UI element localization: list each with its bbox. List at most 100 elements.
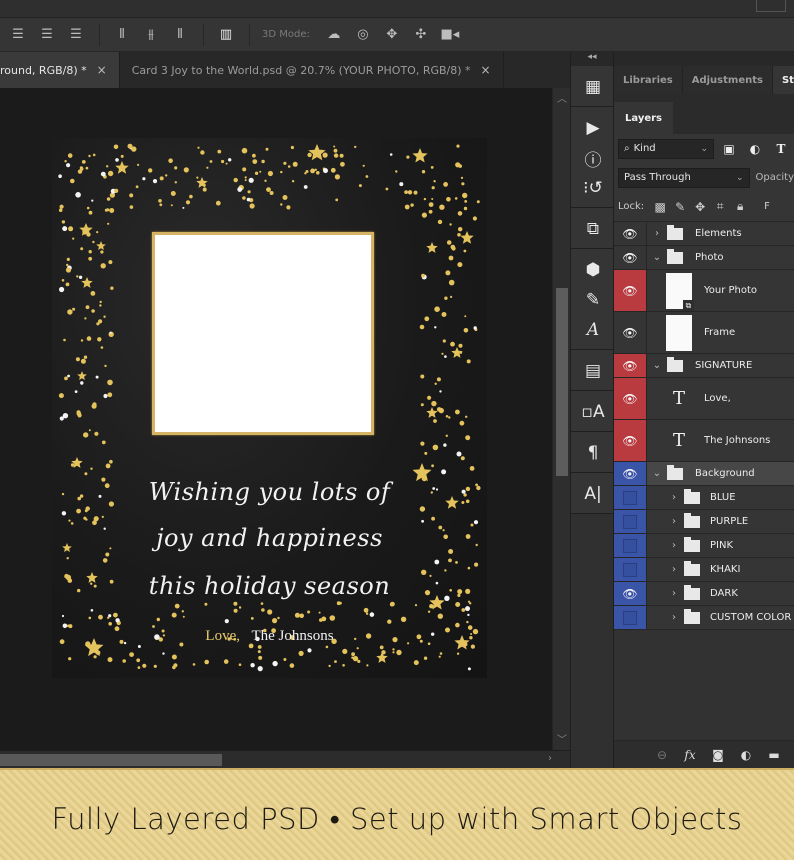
chevron-right-icon[interactable]: ›	[667, 612, 681, 623]
lock-image-pixels-icon[interactable]: ✎	[670, 200, 690, 214]
layer-row[interactable]: 👁︎ Frame	[614, 312, 794, 354]
3d-icon[interactable]: ⬢	[571, 255, 615, 285]
layer-row[interactable]: 👁︎ ⌄ SIGNATURE	[614, 354, 794, 378]
chevron-right-icon[interactable]: ›	[667, 588, 681, 599]
layer-row[interactable]: › KHAKI	[614, 558, 794, 582]
fx-icon[interactable]: fx	[676, 748, 704, 762]
document-canvas[interactable]: Wishing you lots of joy and happiness th…	[0, 88, 552, 750]
visibility-toggle-off[interactable]	[614, 510, 647, 533]
scroll-right-arrow[interactable]: ›	[548, 753, 552, 764]
eye-visibility-icon[interactable]: 👁︎	[614, 222, 647, 245]
visibility-toggle-off[interactable]	[614, 558, 647, 581]
adjustment-layer-icon[interactable]: ◐	[732, 748, 760, 762]
eye-visibility-icon[interactable]: 👁︎	[614, 582, 647, 605]
tab-card-3-joy-to-the-world[interactable]: Card 3 Joy to the World.psd @ 20.7% (YOU…	[120, 52, 504, 88]
layer-row[interactable]: › PINK	[614, 534, 794, 558]
collapse-panels-button[interactable]: ◂◂	[571, 52, 613, 66]
blend-mode-select[interactable]: Pass Through ⌄	[618, 167, 750, 188]
chevron-right-icon[interactable]: ›	[667, 492, 681, 503]
vertical-scroll-thumb[interactable]	[556, 288, 568, 476]
roll-3d-icon[interactable]: ◎	[353, 25, 373, 45]
tab-layers[interactable]: Layers	[614, 102, 673, 134]
swatches-grid-icon[interactable]: ▦	[571, 72, 615, 102]
history-icon[interactable]: ⁝↺	[571, 173, 615, 203]
lock-position-icon[interactable]: ✥	[690, 200, 710, 214]
lock-all-icon[interactable]: 🔒︎	[730, 199, 750, 214]
align-horizontal-centers-icon[interactable]: ⫵	[141, 25, 161, 45]
vertical-scrollbar[interactable]: ︿ ﹀	[552, 88, 570, 750]
align-left-edges-icon[interactable]: ⫴	[112, 25, 132, 45]
chevron-right-icon[interactable]: ›	[667, 516, 681, 527]
transform-clone-icon[interactable]: ⧉	[571, 214, 615, 244]
close-icon[interactable]: ×	[97, 63, 107, 77]
tab-libraries[interactable]: Libraries	[614, 66, 683, 94]
chevron-down-icon[interactable]: ⌄	[650, 468, 664, 479]
close-icon[interactable]: ×	[481, 63, 491, 77]
add-mask-icon[interactable]: ◙	[704, 748, 732, 762]
hidden-visibility-box[interactable]	[623, 490, 637, 505]
eye-visibility-icon[interactable]: 👁︎	[614, 246, 647, 269]
character-styles-icon[interactable]: ▫A	[571, 397, 615, 427]
eye-visibility-icon[interactable]: 👁︎	[614, 420, 647, 461]
eye-visibility-icon[interactable]: 👁︎	[614, 312, 647, 353]
scroll-down-arrow[interactable]: ﹀	[553, 731, 571, 746]
eye-visibility-icon[interactable]: 👁︎	[614, 270, 647, 311]
layer-row[interactable]: 👁︎ T Love,	[614, 378, 794, 420]
play-actions-icon[interactable]: ▶	[571, 113, 615, 143]
align-vertical-centers-icon[interactable]: ☰	[37, 25, 57, 45]
paragraph-icon[interactable]: ¶	[571, 438, 615, 468]
info-icon[interactable]: ⓘ	[571, 143, 615, 173]
align-top-edges-icon[interactable]: ☰	[8, 25, 28, 45]
lock-artboard-icon[interactable]: ⌗	[710, 199, 730, 214]
chevron-down-icon[interactable]: ⌄	[650, 360, 664, 371]
horizontal-scroll-thumb[interactable]	[0, 754, 222, 766]
layer-row[interactable]: › BLUE	[614, 486, 794, 510]
tab-current-document[interactable]: round, RGB/8) * ×	[0, 52, 120, 88]
chevron-down-icon[interactable]: ⌄	[650, 252, 664, 263]
horizontal-scrollbar[interactable]: ›	[0, 750, 570, 768]
glyphs-icon[interactable]: A	[571, 315, 615, 345]
chevron-right-icon[interactable]: ›	[667, 564, 681, 575]
hidden-visibility-box[interactable]	[623, 562, 637, 577]
distribute-columns-icon[interactable]: ▥	[216, 25, 236, 45]
window-control-button[interactable]	[756, 0, 786, 12]
visibility-toggle-off[interactable]	[614, 534, 647, 557]
properties-icon[interactable]: ▤	[571, 356, 615, 386]
chevron-right-icon[interactable]: ›	[667, 540, 681, 551]
link-layers-icon[interactable]: ⊖	[648, 748, 676, 762]
drag-3d-icon[interactable]: ✥	[382, 25, 402, 45]
slide-3d-icon[interactable]: ✣	[411, 25, 431, 45]
visibility-toggle-off[interactable]	[614, 606, 647, 629]
layer-row[interactable]: 👁︎ T The Johnsons	[614, 420, 794, 462]
new-group-icon[interactable]: ▬	[760, 748, 788, 762]
visibility-toggle-off[interactable]	[614, 486, 647, 509]
hidden-visibility-box[interactable]	[623, 538, 637, 553]
filter-kind-select[interactable]: ⌕ Kind ⌄	[618, 138, 714, 159]
brushes-icon[interactable]: ✎	[571, 285, 615, 315]
tab-styles[interactable]: Styles	[772, 66, 794, 94]
lock-transparent-pixels-icon[interactable]: ▩	[650, 200, 670, 214]
filter-type-icon[interactable]: T	[770, 142, 792, 156]
layer-row[interactable]: 👁︎ ⧉ Your Photo	[614, 270, 794, 312]
scale-3d-camera-icon[interactable]: ■◂	[440, 25, 460, 45]
hidden-visibility-box[interactable]	[623, 610, 637, 625]
layer-row[interactable]: 👁︎ ⌄ Background	[614, 462, 794, 486]
eye-visibility-icon[interactable]: 👁︎	[614, 462, 647, 485]
layer-row[interactable]: 👁︎ › DARK	[614, 582, 794, 606]
filter-pixel-icon[interactable]: ▣	[718, 142, 740, 156]
align-bottom-edges-icon[interactable]: ☰	[66, 25, 86, 45]
character-icon[interactable]: A|	[571, 479, 615, 509]
filter-adjustment-icon[interactable]: ◐	[744, 142, 766, 156]
scroll-up-arrow[interactable]: ︿	[553, 90, 571, 105]
layer-row[interactable]: › PURPLE	[614, 510, 794, 534]
tab-adjustments[interactable]: Adjustments	[682, 66, 773, 94]
layer-row[interactable]: 👁︎ ⌄ Photo	[614, 246, 794, 270]
eye-visibility-icon[interactable]: 👁︎	[614, 354, 647, 377]
hidden-visibility-box[interactable]	[623, 514, 637, 529]
orbit-3d-icon[interactable]: ☁	[324, 25, 344, 45]
layer-row[interactable]: 👁︎ › Elements	[614, 222, 794, 246]
eye-visibility-icon[interactable]: 👁︎	[614, 378, 647, 419]
chevron-right-icon[interactable]: ›	[650, 228, 664, 239]
photo-placeholder[interactable]	[152, 232, 374, 435]
layer-row[interactable]: › CUSTOM COLOR	[614, 606, 794, 630]
